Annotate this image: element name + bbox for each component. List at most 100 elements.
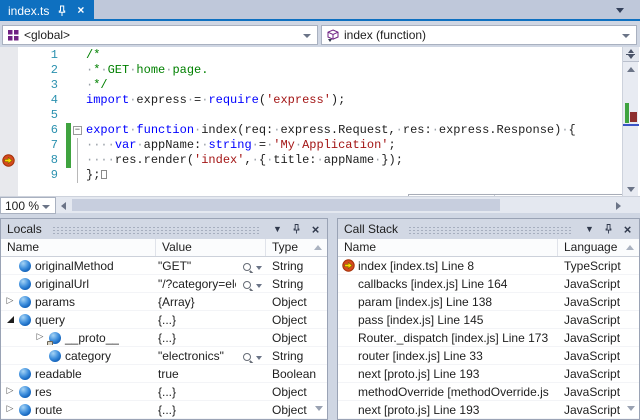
pin-icon[interactable]: [289, 222, 304, 237]
locals-row[interactable]: originalMethod"GET"String: [1, 257, 327, 275]
glyph-margin[interactable]: [0, 93, 18, 108]
code-line: 9};: [0, 168, 640, 183]
member-dropdown-value: index (function): [344, 28, 426, 42]
scrollbar-breakpoint-mark: [630, 112, 637, 122]
code-text: };: [86, 168, 640, 183]
window-menu-icon[interactable]: ▼: [270, 222, 285, 237]
frame-name: Router._dispatch [index.js] Line 173: [358, 331, 558, 345]
expand-icon[interactable]: ▷: [7, 405, 14, 414]
function-icon: [327, 29, 339, 42]
fold-column: [71, 138, 86, 153]
callstack-row[interactable]: pass [index.js] Line 145JavaScript: [338, 311, 639, 329]
callstack-row[interactable]: next [proto.js] Line 193JavaScript: [338, 365, 639, 383]
glyph-margin[interactable]: [0, 168, 18, 183]
locals-row[interactable]: ▷__proto__{...}Object: [1, 329, 327, 347]
callstack-row[interactable]: Router._dispatch [index.js] Line 173Java…: [338, 329, 639, 347]
code-line: 8····res.render('index',·{·title:·appNam…: [0, 153, 640, 168]
locals-row[interactable]: query{...}Object: [1, 311, 327, 329]
column-header-value[interactable]: Value: [156, 239, 266, 256]
scroll-right-arrow[interactable]: [616, 202, 621, 210]
scroll-left-arrow[interactable]: [61, 202, 66, 210]
scroll-up-arrow[interactable]: [627, 67, 635, 72]
locals-title: Locals: [7, 222, 42, 236]
callstack-row[interactable]: methodOverride [methodOverride.jsJavaScr…: [338, 383, 639, 401]
horizontal-scrollbar-thumb[interactable]: [72, 199, 500, 211]
scroll-down-arrow[interactable]: [627, 187, 635, 192]
chevron-down-icon[interactable]: [256, 284, 262, 288]
member-dropdown[interactable]: index (function): [321, 25, 637, 45]
line-number: 2: [18, 63, 66, 78]
glyph-margin[interactable]: [0, 138, 18, 153]
close-icon[interactable]: ×: [308, 222, 323, 237]
value-cell: "/?category=ele: [156, 277, 266, 291]
frame-name: callbacks [index.js] Line 164: [358, 277, 558, 291]
frame-name: index [index.ts] Line 8: [358, 259, 558, 273]
locals-row[interactable]: ▷res{...}Object: [1, 383, 327, 401]
titlebar-grip: [52, 226, 260, 235]
window-menu-icon[interactable]: ▼: [582, 222, 597, 237]
callstack-titlebar[interactable]: Call Stack ▼ ×: [338, 219, 639, 239]
breakpoint-current-statement-icon[interactable]: [2, 154, 15, 167]
close-icon[interactable]: ×: [620, 222, 635, 237]
splitter-handle[interactable]: [623, 47, 639, 62]
glyph-margin[interactable]: [0, 48, 18, 63]
expand-icon[interactable]: ▷: [7, 297, 14, 306]
collapse-expanded-icon[interactable]: [7, 316, 14, 323]
expand-icon[interactable]: ▷: [37, 333, 44, 342]
column-header-name[interactable]: Name: [338, 239, 558, 256]
glyph-margin[interactable]: [0, 108, 18, 123]
variable-name: __proto__: [63, 331, 119, 345]
code-editor[interactable]: 1/*2·*·GET·home·page.3·*/4import·express…: [0, 47, 640, 196]
glyph-margin[interactable]: [0, 123, 18, 138]
magnifier-icon[interactable]: [242, 280, 254, 291]
callstack-row[interactable]: router [index.js] Line 33JavaScript: [338, 347, 639, 365]
editor-vertical-scrollbar[interactable]: [622, 47, 638, 196]
pin-icon[interactable]: [55, 4, 68, 17]
scope-dropdown[interactable]: <global>: [2, 25, 318, 45]
chevron-down-icon[interactable]: [256, 266, 262, 270]
frame-language: JavaScript: [558, 295, 639, 309]
glyph-margin[interactable]: [0, 153, 18, 168]
callstack-row[interactable]: param [index.js] Line 138JavaScript: [338, 293, 639, 311]
fold-guide-line: [77, 153, 78, 168]
locals-row[interactable]: originalUrl"/?category=eleString: [1, 275, 327, 293]
locals-row[interactable]: ▷route{...}Object: [1, 401, 327, 419]
zoom-dropdown[interactable]: 100 %: [0, 197, 56, 214]
fold-column: [71, 63, 86, 78]
glyph-margin[interactable]: [0, 63, 18, 78]
locals-row[interactable]: ▷params{Array}Object: [1, 293, 327, 311]
frame-name: router [index.js] Line 33: [358, 349, 558, 363]
pin-icon[interactable]: [601, 222, 616, 237]
close-icon[interactable]: ×: [74, 4, 87, 17]
fold-guide-line: [77, 138, 78, 153]
fold-column: −: [71, 123, 86, 138]
editor-bottom-bar: 100 %: [0, 196, 640, 213]
tab-list-dropdown-icon[interactable]: [616, 8, 624, 13]
callstack-row[interactable]: index [index.ts] Line 8TypeScript: [338, 257, 639, 275]
column-header-name[interactable]: Name: [1, 239, 156, 256]
locals-row[interactable]: category"electronics"String: [1, 347, 327, 365]
frame-language: JavaScript: [558, 277, 639, 291]
frame-language: JavaScript: [558, 385, 639, 399]
current-frame-icon: [342, 259, 355, 272]
value-cell: {...}: [156, 403, 266, 417]
tab-index-ts[interactable]: index.ts ×: [0, 0, 94, 21]
collapse-icon[interactable]: −: [73, 126, 82, 135]
callstack-row[interactable]: callbacks [index.js] Line 164JavaScript: [338, 275, 639, 293]
type-cell: String: [266, 259, 327, 273]
locals-row[interactable]: readabletrueBoolean: [1, 365, 327, 383]
variable-name: query: [33, 313, 65, 327]
type-cell: Boolean: [266, 367, 327, 381]
locals-titlebar[interactable]: Locals ▼ ×: [1, 219, 327, 239]
magnifier-icon[interactable]: [242, 352, 254, 363]
expand-icon[interactable]: ▷: [7, 387, 14, 396]
variable-value: true: [158, 367, 236, 381]
scroll-down-arrow[interactable]: [627, 406, 635, 411]
callstack-row[interactable]: next [proto.js] Line 193JavaScript: [338, 401, 639, 419]
scroll-down-arrow[interactable]: [315, 406, 323, 411]
magnifier-icon[interactable]: [242, 262, 254, 273]
glyph-margin[interactable]: [0, 78, 18, 93]
frame-language: JavaScript: [558, 367, 639, 381]
frame-name: next [proto.js] Line 193: [358, 367, 558, 381]
chevron-down-icon[interactable]: [256, 356, 262, 360]
